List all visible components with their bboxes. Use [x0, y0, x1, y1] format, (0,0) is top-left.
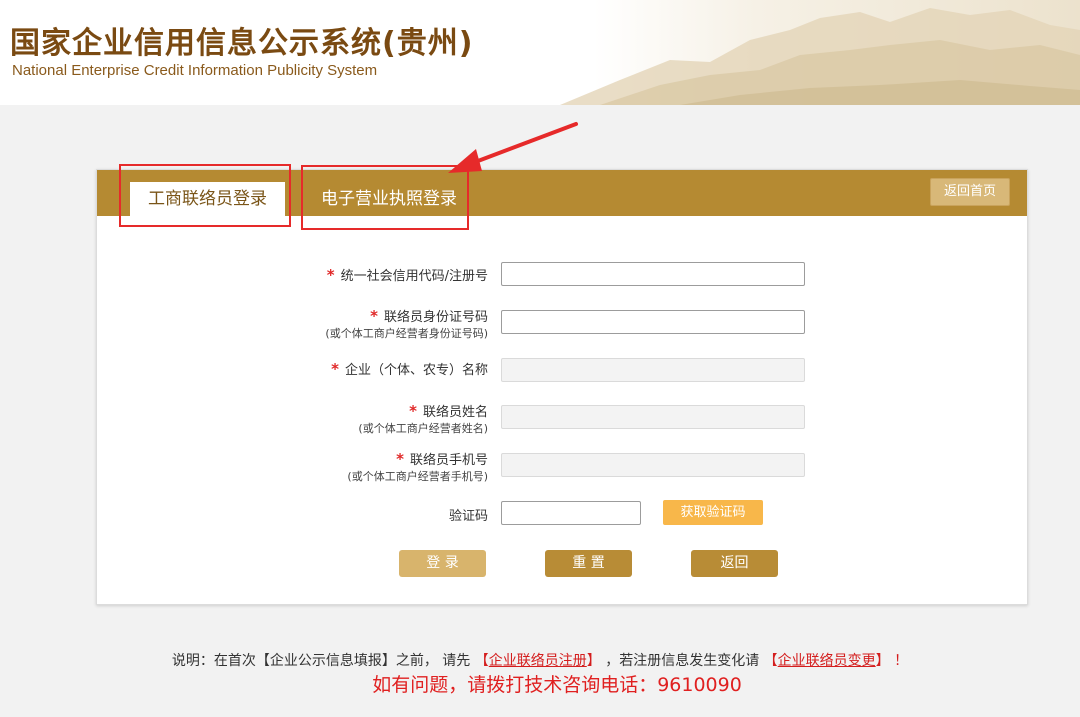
credit-code-input[interactable] [501, 262, 805, 286]
id-number-label: * 联络员身份证号码 (或个体工商户经营者身份证号码) [325, 307, 488, 340]
liaison-name-sublabel: (或个体工商户经营者姓名) [358, 422, 488, 435]
company-name-input [501, 358, 805, 382]
liaison-phone-label: * 联络员手机号 (或个体工商户经营者手机号) [347, 450, 488, 483]
notice-text: 说明：在首次【企业公示信息填报】之前， 请先 【企业联络员注册】 ，若注册信息发… [171, 653, 909, 669]
required-mark: * [409, 402, 417, 420]
login-panel: 工商联络员登录 电子营业执照登录 返回首页 [96, 169, 1028, 605]
register-liaison-link[interactable]: 企业联络员注册 [489, 653, 587, 669]
return-home-button[interactable]: 返回首页 [930, 178, 1010, 206]
site-header: 国家企业信用信息公示系统(贵州) National Enterprise Cre… [0, 0, 1080, 105]
form-row-company-name: * 企业（个体、农专）名称 [96, 357, 1026, 383]
id-number-input[interactable] [501, 310, 805, 334]
required-mark: * [331, 360, 339, 378]
required-mark: * [396, 450, 404, 468]
site-title: 国家企业信用信息公示系统(贵州) [10, 26, 474, 61]
hotline-text: 如有问题，请拨打技术咨询电话：9610090 [372, 674, 742, 696]
form-row-credit-code: * 统一社会信用代码/注册号 [96, 262, 1026, 288]
credit-code-label: * 统一社会信用代码/注册号 [326, 266, 488, 284]
liaison-phone-input [501, 453, 805, 477]
reset-button[interactable]: 重 置 [545, 550, 632, 577]
form-row-captcha: 验证码 获取验证码 [96, 500, 1026, 526]
liaison-phone-sublabel: (或个体工商户经营者手机号) [347, 470, 488, 483]
site-subtitle: National Enterprise Credit Information P… [12, 62, 378, 79]
captcha-input[interactable] [501, 501, 641, 525]
annotation-arrow-icon [448, 122, 578, 173]
form-row-liaison-phone: * 联络员手机号 (或个体工商户经营者手机号) [96, 449, 1026, 485]
id-number-sublabel: (或个体工商户经营者身份证号码) [325, 327, 488, 340]
back-button[interactable]: 返回 [691, 550, 778, 577]
liaison-name-label: * 联络员姓名 (或个体工商户经营者姓名) [358, 402, 488, 435]
required-mark: * [326, 266, 335, 284]
get-captcha-button[interactable]: 获取验证码 [663, 500, 763, 525]
liaison-name-input [501, 405, 805, 429]
form-row-liaison-name: * 联络员姓名 (或个体工商户经营者姓名) [96, 401, 1026, 437]
change-liaison-link[interactable]: 企业联络员变更 [778, 653, 876, 669]
mountain-banner-image [560, 8, 1080, 105]
login-button[interactable]: 登 录 [399, 550, 486, 577]
form-row-id-number: * 联络员身份证号码 (或个体工商户经营者身份证号码) [96, 306, 1026, 342]
company-name-label: * 企业（个体、农专）名称 [331, 360, 488, 378]
required-mark: * [370, 307, 378, 325]
captcha-label: 验证码 [448, 509, 488, 524]
annotation-box-liaison-tab [119, 164, 291, 227]
